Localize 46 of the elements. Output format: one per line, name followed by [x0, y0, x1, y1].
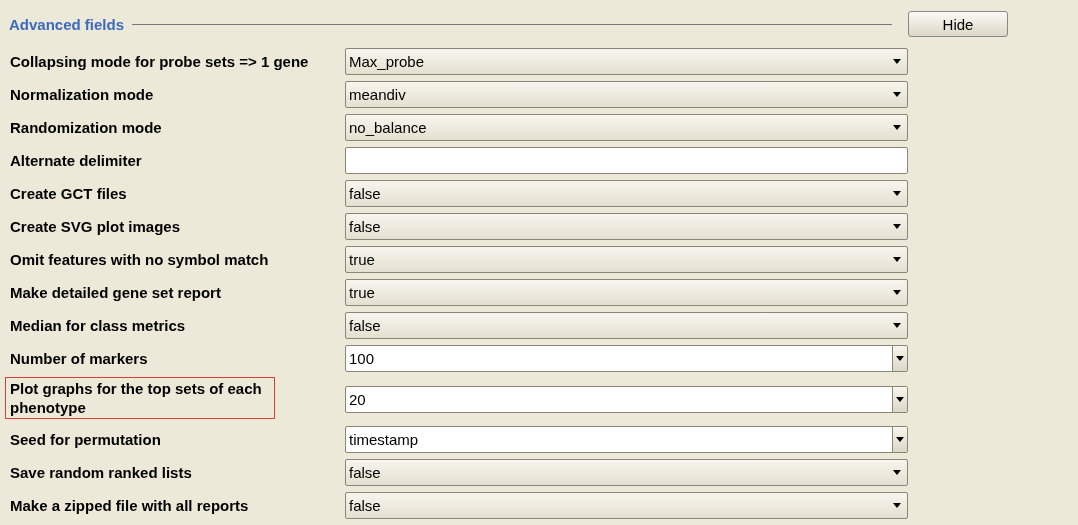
caret-icon	[893, 470, 901, 475]
field-label: Randomization mode	[9, 118, 163, 138]
text-field[interactable]	[345, 147, 908, 174]
field-label: Make detailed gene set report	[9, 283, 222, 303]
combo-box[interactable]: timestamp	[345, 426, 908, 453]
field-label: Create SVG plot images	[9, 217, 182, 237]
field-label: Normalization mode	[9, 85, 155, 105]
caret-icon	[893, 125, 901, 130]
field-label: Collapsing mode for probe sets => 1 gene	[9, 52, 310, 72]
dropdown[interactable]: false	[345, 492, 908, 519]
caret-icon	[893, 503, 901, 508]
caret-icon	[893, 92, 901, 97]
caret-icon	[893, 224, 901, 229]
dropdown[interactable]: no_balance	[345, 114, 908, 141]
dropdown[interactable]: false	[345, 459, 908, 486]
section-title: Advanced fields	[9, 15, 125, 33]
field-label: Median for class metrics	[9, 316, 187, 336]
caret-icon	[896, 396, 904, 402]
dropdown[interactable]: true	[345, 246, 908, 273]
dropdown-button[interactable]	[892, 386, 907, 412]
caret-icon	[896, 437, 904, 442]
dropdown[interactable]: meandiv	[345, 81, 908, 108]
caret-icon	[893, 191, 901, 196]
caret-icon	[893, 290, 901, 295]
field-label: Number of markers	[9, 349, 149, 369]
dropdown[interactable]: false	[345, 180, 908, 207]
field-label: Omit features with no symbol match	[9, 250, 270, 270]
dropdown[interactable]: Max_probe	[345, 48, 908, 75]
dropdown[interactable]: false	[345, 213, 908, 240]
caret-icon	[893, 59, 901, 64]
caret-icon	[893, 257, 901, 262]
caret-icon	[893, 323, 901, 328]
field-label: Plot graphs for the top sets of each phenotype	[5, 377, 275, 419]
dropdown[interactable]: true	[345, 279, 908, 306]
field-label: Save random ranked lists	[9, 463, 193, 483]
caret-icon	[896, 356, 904, 361]
hide-button[interactable]: Hide	[908, 11, 1009, 37]
dropdown-button[interactable]	[892, 346, 907, 371]
field-label: Make a zipped file with all reports	[9, 496, 250, 516]
field-label: Alternate delimiter	[9, 151, 143, 171]
field-label: Create GCT files	[9, 184, 128, 204]
dropdown-button[interactable]	[892, 427, 907, 452]
combo-box[interactable]: 20	[345, 385, 908, 413]
combo-box[interactable]: 100	[345, 345, 908, 372]
field-label: Seed for permutation	[9, 430, 162, 450]
dropdown[interactable]: false	[345, 312, 908, 339]
